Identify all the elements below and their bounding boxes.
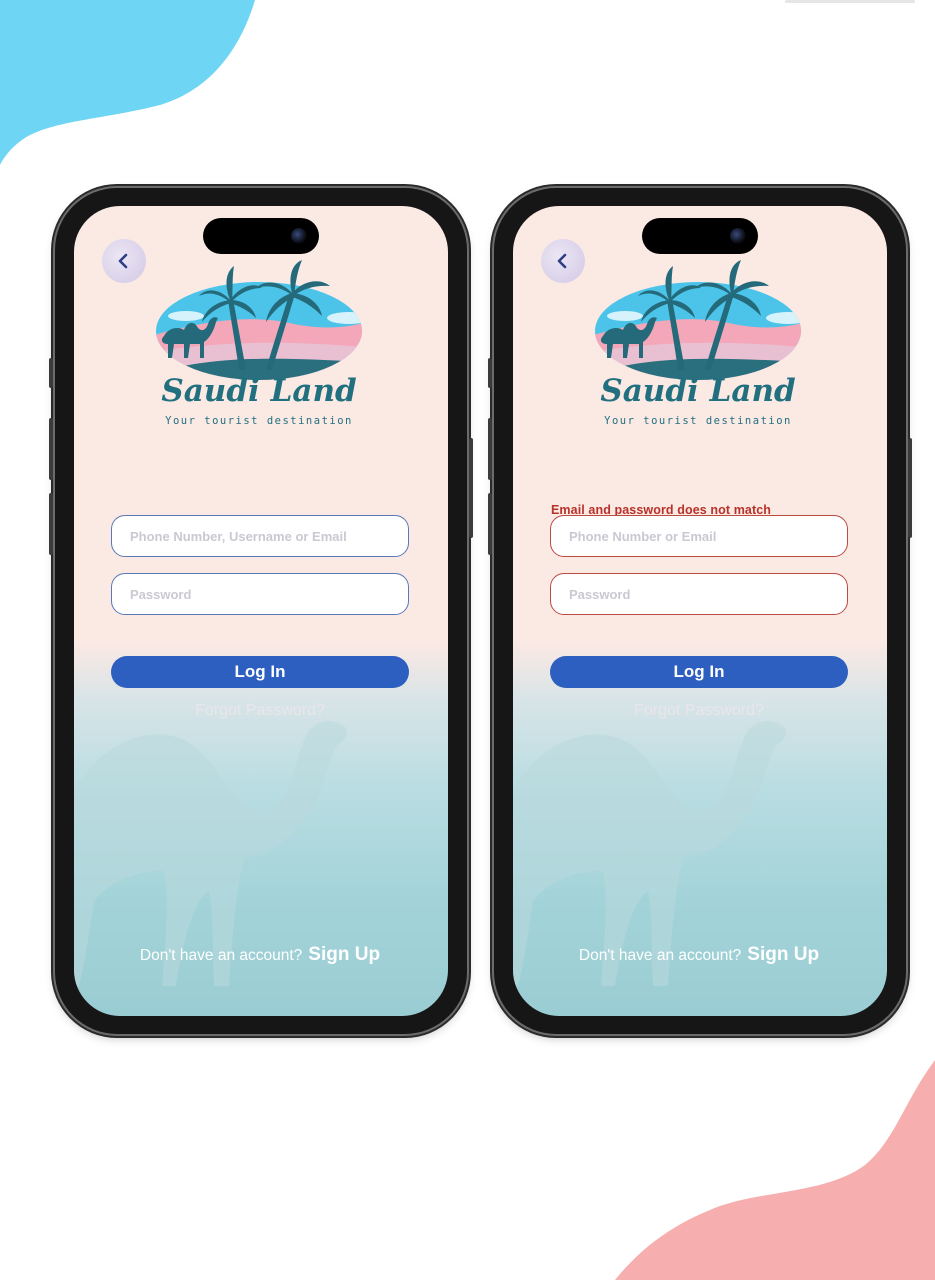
saudi-land-logo: Saudi Land Your tourist destination: [156, 260, 362, 427]
pink-corner-blob: [615, 1060, 935, 1280]
back-button[interactable]: [102, 239, 146, 283]
identifier-field[interactable]: [550, 515, 848, 557]
side-button: [49, 358, 53, 388]
side-button: [488, 358, 492, 388]
svg-text:Your tourist destination: Your tourist destination: [165, 415, 353, 427]
chevron-left-icon: [118, 253, 128, 269]
svg-text:Saudi Land: Saudi Land: [161, 373, 356, 409]
signup-prompt: Don't have an account?: [139, 947, 303, 964]
password-input[interactable]: [128, 585, 392, 603]
svg-text:Saudi Land: Saudi Land: [600, 373, 795, 409]
password-field[interactable]: [111, 573, 409, 615]
login-screen: Saudi Land Your tourist destination Log …: [74, 206, 448, 1016]
login-button[interactable]: Log In: [550, 656, 848, 688]
side-button: [49, 418, 53, 480]
signup-link[interactable]: Sign Up: [308, 944, 380, 965]
identifier-input[interactable]: [567, 527, 831, 545]
identifier-field[interactable]: [111, 515, 409, 557]
front-camera: [291, 228, 307, 244]
side-button: [908, 438, 912, 538]
dynamic-island: [642, 218, 758, 254]
dynamic-island: [203, 218, 319, 254]
signup-link[interactable]: Sign Up: [747, 944, 819, 965]
side-button: [469, 438, 473, 538]
svg-text:Your tourist destination: Your tourist destination: [604, 415, 792, 427]
side-button: [488, 493, 492, 555]
login-screen: Saudi Land Your tourist destination Emai…: [513, 206, 887, 1016]
forgot-password-link[interactable]: Forgot Password?: [74, 702, 446, 720]
phone-default-state: Saudi Land Your tourist destination Log …: [49, 188, 473, 1034]
password-field[interactable]: [550, 573, 848, 615]
top-edge-tab: [785, 0, 915, 3]
signup-row: Don't have an account? Sign Up: [513, 944, 885, 966]
password-input[interactable]: [567, 585, 831, 603]
back-button[interactable]: [541, 239, 585, 283]
login-button[interactable]: Log In: [111, 656, 409, 688]
identifier-input[interactable]: [128, 527, 392, 545]
saudi-land-logo: Saudi Land Your tourist destination: [595, 260, 801, 427]
forgot-password-link[interactable]: Forgot Password?: [513, 702, 885, 720]
blue-corner-blob: [0, 0, 255, 165]
phone-error-state: Saudi Land Your tourist destination Emai…: [488, 188, 912, 1034]
side-button: [49, 493, 53, 555]
signup-prompt: Don't have an account?: [578, 947, 742, 964]
chevron-left-icon: [557, 253, 567, 269]
side-button: [488, 418, 492, 480]
front-camera: [730, 228, 746, 244]
signup-row: Don't have an account? Sign Up: [74, 944, 446, 966]
